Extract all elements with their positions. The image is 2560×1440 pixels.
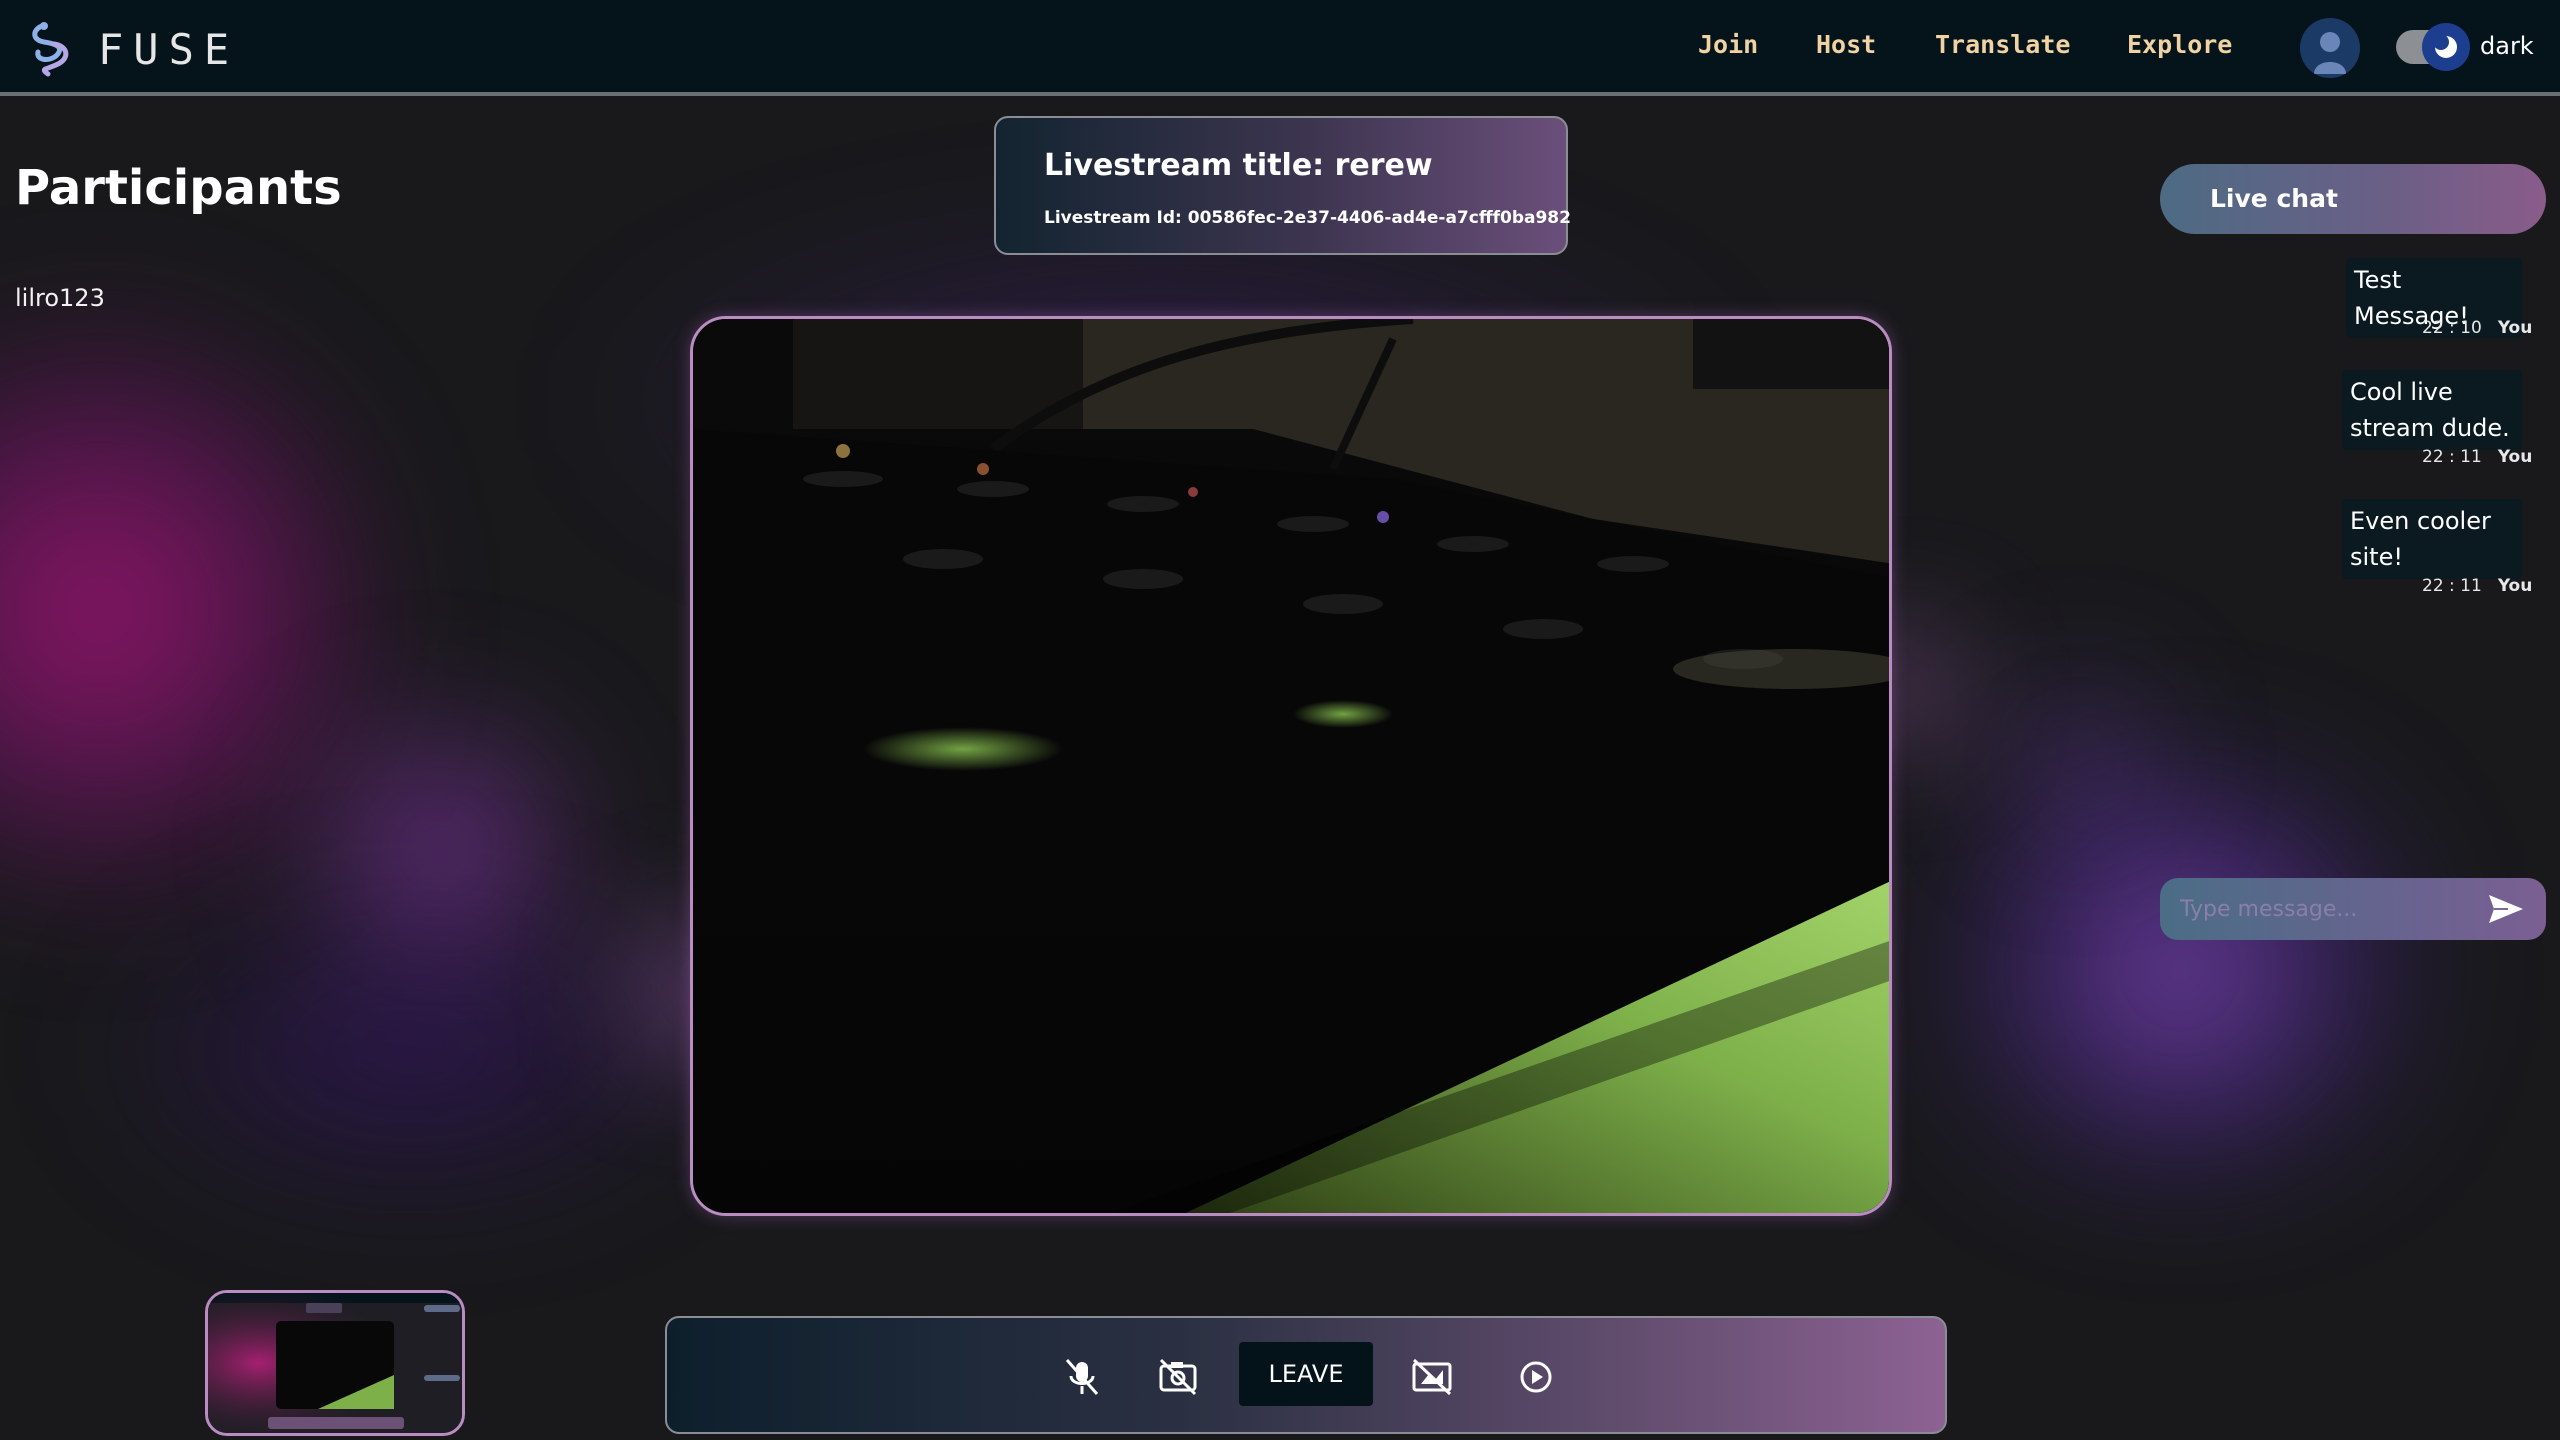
screen-share-off-icon[interactable] <box>1409 1354 1455 1400</box>
chat-message-author: You <box>2497 576 2533 596</box>
chat-message-author: You <box>2497 318 2533 338</box>
mic-off-icon[interactable] <box>1059 1354 1105 1400</box>
nav-translate[interactable]: Translate <box>1935 30 2070 59</box>
chat-message-text: Cool live stream dude. <box>2342 370 2522 450</box>
theme-toggle[interactable] <box>2396 23 2470 71</box>
stream-controls: LEAVE <box>665 1316 1947 1434</box>
avatar[interactable] <box>2300 18 2360 78</box>
chat-message-time: 22 : 10 <box>2422 318 2482 338</box>
livestream-info-card: Livestream title: rerew Livestream Id: 0… <box>994 116 1571 255</box>
livestream-video[interactable] <box>690 316 1892 1216</box>
nav-explore[interactable]: Explore <box>2127 30 2232 59</box>
chat-message-author: You <box>2497 447 2533 467</box>
livestream-title: Livestream title: rerew <box>1044 148 1433 183</box>
chat-message-meta: 22 : 11 You <box>2422 447 2532 467</box>
leave-button[interactable]: LEAVE <box>1239 1342 1373 1406</box>
app-name: FUSE <box>98 24 240 74</box>
live-chat-title: Live chat <box>2210 184 2338 213</box>
theme-label: dark <box>2480 32 2534 60</box>
self-preview[interactable] <box>205 1290 465 1436</box>
send-icon[interactable] <box>2486 892 2526 926</box>
video-frame <box>693 319 1889 1213</box>
chat-input-container <box>2160 878 2546 940</box>
chat-message-input[interactable] <box>2180 890 2470 928</box>
participants-title: Participants <box>15 160 342 216</box>
camera-off-icon[interactable] <box>1155 1354 1201 1400</box>
record-icon[interactable] <box>1513 1354 1559 1400</box>
chat-message-meta: 22 : 11 You <box>2422 576 2532 596</box>
user-icon <box>2314 32 2346 74</box>
top-navbar: FUSE Join Host Translate Explore dark <box>0 0 2560 96</box>
participant-item: lilro123 <box>15 284 105 312</box>
logo[interactable]: FUSE <box>28 20 239 78</box>
moon-icon <box>2422 23 2470 71</box>
self-preview-frame <box>208 1293 462 1433</box>
chat-message-text: Even cooler site! <box>2342 499 2522 579</box>
chat-message-time: 22 : 11 <box>2422 576 2482 596</box>
chat-message-time: 22 : 11 <box>2422 447 2482 467</box>
live-chat-header: Live chat <box>2160 164 2546 234</box>
chat-message-meta: 22 : 10 You <box>2422 318 2532 338</box>
fuse-logo-icon <box>32 22 69 77</box>
nav-join[interactable]: Join <box>1698 30 1758 59</box>
nav-host[interactable]: Host <box>1816 30 1876 59</box>
livestream-id: Livestream Id: 00586fec-2e37-4406-ad4e-a… <box>1044 208 1571 228</box>
